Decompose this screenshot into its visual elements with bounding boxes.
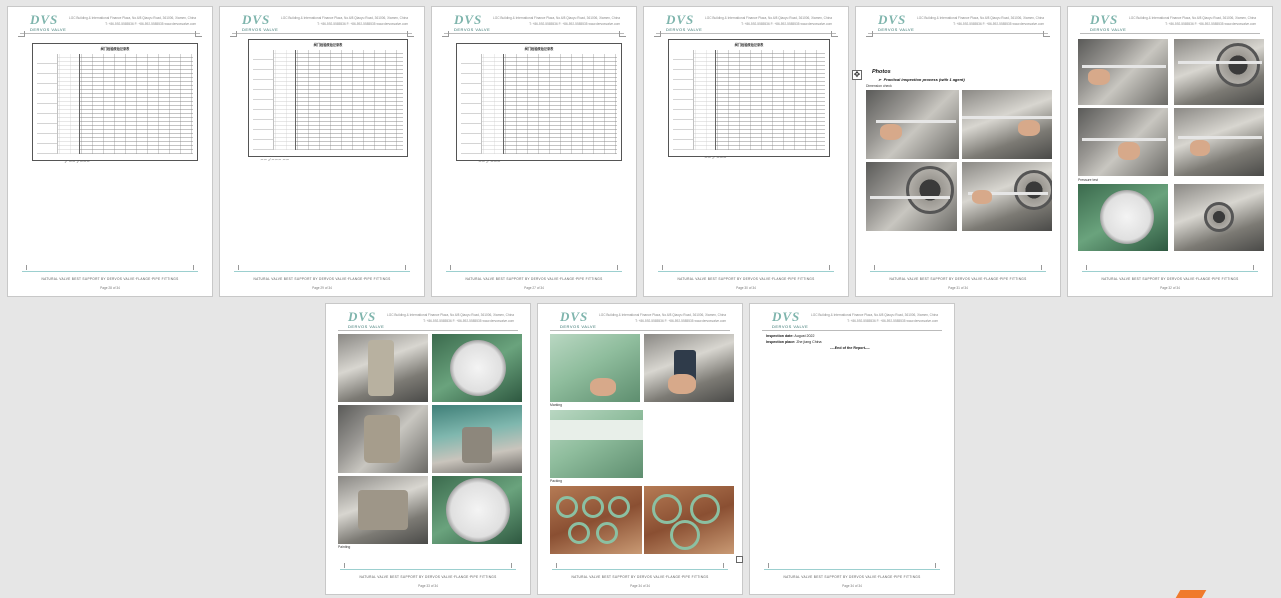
photo	[1078, 39, 1168, 105]
footer-text: NATURAL VALVE BEST SUPPORT BY DERVOS VAL…	[359, 575, 497, 579]
photo	[1174, 39, 1264, 105]
photo	[644, 486, 734, 554]
photo-caption: Marking	[550, 403, 563, 407]
footer-text: NATURAL VALVE BEST SUPPORT BY DERVOS VAL…	[889, 277, 1027, 281]
page-number: Page 34 of 34	[842, 584, 862, 588]
footer-text: NATURAL VALVE BEST SUPPORT BY DERVOS VAL…	[571, 575, 709, 579]
document-page: DVS DERVOS VALVE LGC Building & Internati…	[431, 6, 637, 297]
photo	[432, 476, 522, 544]
photo	[338, 334, 428, 402]
photo	[644, 334, 734, 402]
photo	[866, 162, 957, 231]
page-header: DVS DERVOS VALVE LGC Building & Internati…	[866, 13, 1050, 35]
photo	[1078, 108, 1168, 176]
photo	[550, 334, 640, 402]
inspection-record-sheet: 阀门检验原始记录表	[668, 39, 830, 157]
footer-text: NATURAL VALVE BEST SUPPORT BY DERVOS VAL…	[677, 277, 815, 281]
inspection-place: Inspection place: Zhe jiang China	[766, 340, 822, 344]
page-header: DVS DERVOS VALVE LGC Building & Internati…	[548, 310, 732, 332]
page-header: DVS DERVOS VALVE LGC Building & Internati…	[1078, 13, 1262, 35]
photo	[1078, 184, 1168, 251]
document-page: DVS DERVOS VALVE LGC Building & Internati…	[537, 303, 743, 595]
photo	[962, 90, 1052, 159]
page-number: Page 30 of 34	[736, 286, 756, 290]
footer-text: NATURAL VALVE BEST SUPPORT BY DERVOS VAL…	[783, 575, 921, 579]
company-address: LGC Building & International Finance Pla…	[810, 313, 938, 323]
orange-corner-mark	[1175, 590, 1207, 598]
company-address: LGC Building & International Finance Pla…	[704, 16, 832, 26]
photo	[338, 405, 428, 473]
company-address: LGC Building & International Finance Pla…	[492, 16, 620, 26]
photos-heading: Photos	[872, 69, 891, 75]
footer-text: NATURAL VALVE BEST SUPPORT BY DERVOS VAL…	[253, 277, 391, 281]
photo-caption: Packing	[550, 479, 563, 483]
page-number: Page 31 of 34	[948, 286, 968, 290]
inspection-record-sheet: 阀门检验原始记录表	[248, 39, 408, 157]
footer-text: NATURAL VALVE BEST SUPPORT BY DERVOS VAL…	[41, 277, 179, 281]
photo	[866, 90, 959, 159]
document-page: DVS DERVOS VALVE LGC Building & Internati…	[643, 6, 849, 297]
photo	[432, 405, 522, 473]
photo-caption: Painting	[338, 545, 351, 549]
page-number: Page 29 of 34	[312, 286, 332, 290]
company-address: LGC Building & International Finance Pla…	[68, 16, 196, 26]
page-number: Page 27 of 34	[524, 286, 544, 290]
document-page: DVS DERVOS VALVE LGC Building & Internati…	[219, 6, 425, 297]
company-address: LGC Building & International Finance Pla…	[1128, 16, 1256, 26]
document-page: DVS DERVOS VALVE LGC Building & Internati…	[1067, 6, 1273, 297]
page-number: Page 28 of 34	[100, 286, 120, 290]
company-address: LGC Building & International Finance Pla…	[386, 313, 514, 323]
photo-caption: Dimension check	[866, 84, 892, 88]
page-header: DVS DERVOS VALVE LGC Building & Internati…	[18, 13, 202, 35]
photo	[432, 334, 522, 402]
document-page: DVS DERVOS VALVE LGC Building & Internati…	[7, 6, 213, 297]
inspection-record-sheet: 阀门检验原始记录表	[32, 43, 198, 161]
move-handle-icon[interactable]: ✥	[852, 70, 862, 80]
photos-bullet: ➢ Practical inspection process (with 1 a…	[878, 77, 965, 82]
footer-text: NATURAL VALVE BEST SUPPORT BY DERVOS VAL…	[465, 277, 603, 281]
photo	[550, 486, 642, 554]
company-address: LGC Building & International Finance Pla…	[280, 16, 408, 26]
page-header: DVS DERVOS VALVE LGC Building & Internati…	[654, 13, 838, 35]
inspection-record-sheet: 阀门检验原始记录表	[456, 43, 622, 161]
photo	[550, 410, 643, 478]
document-page: DVS DERVOS VALVE LGC Building & Internati…	[855, 6, 1061, 297]
document-page: DVS DERVOS VALVE LGC Building & Internati…	[325, 303, 531, 595]
footer-text: NATURAL VALVE BEST SUPPORT BY DERVOS VAL…	[1101, 277, 1239, 281]
page-header: DVS DERVOS VALVE LGC Building & Internati…	[442, 13, 626, 35]
page-header: DVS DERVOS VALVE LGC Building & Internati…	[336, 310, 520, 332]
selection-handle[interactable]	[736, 556, 743, 563]
photo-caption: Pressure test	[1078, 178, 1098, 182]
inspection-date: Inspection date: August 2022	[766, 334, 815, 338]
photo	[338, 476, 428, 544]
page-header: DVS DERVOS VALVE LGC Building & Internati…	[230, 13, 414, 35]
end-of-report: ----End of the Report----	[830, 346, 870, 350]
page-number: Page 33 of 34	[418, 584, 438, 588]
page-number: Page 34 of 34	[630, 584, 650, 588]
photo	[1174, 108, 1264, 176]
photo	[962, 162, 1052, 231]
company-address: LGC Building & International Finance Pla…	[598, 313, 726, 323]
document-page: DVS DERVOS VALVE LGC Building & Internati…	[749, 303, 955, 595]
page-number: Page 32 of 34	[1160, 286, 1180, 290]
page-header: DVS DERVOS VALVE LGC Building & Internati…	[760, 310, 944, 332]
company-address: LGC Building & International Finance Pla…	[916, 16, 1044, 26]
photo	[1174, 184, 1264, 251]
